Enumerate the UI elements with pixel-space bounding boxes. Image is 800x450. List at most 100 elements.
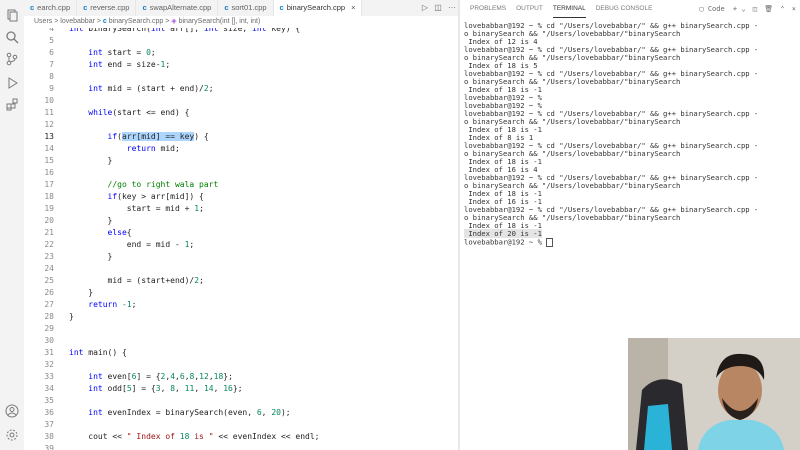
breadcrumb-file[interactable]: binarySearch.cpp xyxy=(109,18,163,25)
line-number: 7 xyxy=(49,60,54,69)
code-line[interactable]: 16 xyxy=(24,167,458,179)
code-line[interactable]: 15 } xyxy=(24,155,458,167)
line-number: 6 xyxy=(49,48,54,57)
code-line[interactable]: 25 mid = (start+end)/2; xyxy=(24,275,458,287)
breadcrumb-separator: > xyxy=(54,18,59,25)
chevron-up-icon[interactable]: ⌃ xyxy=(780,5,784,13)
line-number: 8 xyxy=(49,72,54,81)
close-panel-icon[interactable]: × xyxy=(792,5,796,13)
panel-tab-output[interactable]: OUTPUT xyxy=(516,0,543,18)
split-terminal-icon[interactable]: ◫ xyxy=(753,5,757,13)
code-line[interactable]: 34 int odd[5] = {3, 8, 11, 14, 16}; xyxy=(24,383,458,395)
webcam-overlay xyxy=(628,338,800,450)
code-line[interactable]: 29 xyxy=(24,323,458,335)
line-number: 13 xyxy=(44,132,54,141)
settings-gear-icon[interactable] xyxy=(4,428,20,444)
code-line[interactable]: 13 if(arr[mid] == key) { xyxy=(24,131,458,143)
code-text: if(arr[mid] == key) { xyxy=(107,132,209,141)
code-line[interactable]: 27 return -1; xyxy=(24,299,458,311)
code-line[interactable]: 37 xyxy=(24,419,458,431)
code-text: } xyxy=(69,312,74,321)
panel-tab-problems[interactable]: PROBLEMS xyxy=(470,0,506,18)
code-line[interactable]: 17 //go to right wala part xyxy=(24,179,458,191)
code-line[interactable]: 36 int evenIndex = binarySearch(even, 6,… xyxy=(24,407,458,419)
code-line[interactable]: 35 xyxy=(24,395,458,407)
line-number: 22 xyxy=(44,240,54,249)
line-number: 27 xyxy=(44,300,54,309)
line-number: 31 xyxy=(44,348,54,357)
code-line[interactable]: 23 } xyxy=(24,251,458,263)
code-text: start = mid + 1; xyxy=(69,204,204,213)
search-icon[interactable] xyxy=(4,30,20,46)
code-line[interactable]: 11 while(start <= end) { xyxy=(24,107,458,119)
account-icon[interactable] xyxy=(4,404,20,420)
code-line[interactable]: 9 int mid = (start + end)/2; xyxy=(24,83,458,95)
extensions-icon[interactable] xyxy=(4,98,20,114)
code-line[interactable]: 8 xyxy=(24,71,458,83)
code-line[interactable]: 39 xyxy=(24,443,458,450)
code-text: mid = (start+end)/2; xyxy=(69,276,204,285)
code-line[interactable]: 7 int end = size-1; xyxy=(24,59,458,71)
code-line[interactable]: 33 int even[6] = {2,4,6,8,12,18}; xyxy=(24,371,458,383)
cpp-file-icon: c xyxy=(30,3,35,12)
tab-reverse-cpp[interactable]: c reverse.cpp xyxy=(77,0,137,16)
new-terminal-icon[interactable]: + xyxy=(733,5,737,13)
line-number: 14 xyxy=(44,144,54,153)
run-code-icon[interactable]: ▷ xyxy=(422,3,428,12)
run-debug-icon[interactable] xyxy=(4,76,20,92)
breadcrumb-function[interactable]: binarySearch(int [], int, int) xyxy=(179,18,261,25)
line-number: 19 xyxy=(44,204,54,213)
more-actions-icon[interactable]: ··· xyxy=(448,3,456,12)
breadcrumb-users[interactable]: Users xyxy=(34,18,52,25)
cpp-file-icon: c xyxy=(224,3,229,12)
code-line[interactable]: 26 } xyxy=(24,287,458,299)
panel-tab-debug-console[interactable]: DEBUG CONSOLE xyxy=(596,0,653,18)
panel-tab-terminal[interactable]: TERMINAL xyxy=(552,0,586,18)
code-line[interactable]: 19 start = mid + 1; xyxy=(24,203,458,215)
code-line[interactable]: 12 xyxy=(24,119,458,131)
line-number: 24 xyxy=(44,264,54,273)
line-number: 15 xyxy=(44,156,54,165)
close-tab-icon[interactable]: × xyxy=(351,3,355,12)
code-line[interactable]: 21 else{ xyxy=(24,227,458,239)
code-line[interactable]: 38 cout << " Index of 18 is " << evenInd… xyxy=(24,431,458,443)
code-text: int end = size-1; xyxy=(88,60,171,69)
code-line[interactable]: 28} xyxy=(24,311,458,323)
terminal-output[interactable]: lovebabbar@192 ~ % cd "/Users/lovebabbar… xyxy=(464,22,798,262)
code-line[interactable]: 24 xyxy=(24,263,458,275)
tab-sort01-cpp[interactable]: c sort01.cpp xyxy=(218,0,274,16)
tab-swapalternate-cpp[interactable]: c swapAlternate.cpp xyxy=(136,0,219,16)
line-number: 36 xyxy=(44,408,54,417)
code-line[interactable]: 4 int binarySearch(int arr[], int size, i… xyxy=(24,28,458,35)
code-line[interactable]: 32 xyxy=(24,359,458,371)
source-control-icon[interactable] xyxy=(4,52,20,68)
code-line[interactable]: 5 xyxy=(24,35,458,47)
code-line[interactable]: 20 } xyxy=(24,215,458,227)
trash-icon[interactable]: 🗑 xyxy=(764,5,773,13)
chevron-down-icon[interactable]: ⌄ xyxy=(741,5,745,13)
code-line[interactable]: 30 xyxy=(24,335,458,347)
code-text: int start = 0; xyxy=(88,48,156,57)
code-line[interactable]: 6 int start = 0; xyxy=(24,47,458,59)
explorer-icon[interactable] xyxy=(4,8,20,24)
line-number: 26 xyxy=(44,288,54,297)
code-line[interactable]: 14 return mid; xyxy=(24,143,458,155)
line-number: 20 xyxy=(44,216,54,225)
breadcrumb-user[interactable]: lovebabbar xyxy=(60,18,95,25)
code-line[interactable]: 22 end = mid - 1; xyxy=(24,239,458,251)
line-number: 28 xyxy=(44,312,54,321)
code-editor[interactable]: 4 int binarySearch(int arr[], int size, i… xyxy=(24,28,458,450)
tab-label: binarySearch.cpp xyxy=(286,3,346,12)
tab-search-cpp[interactable]: c earch.cpp xyxy=(24,0,78,16)
code-line[interactable]: 10 xyxy=(24,95,458,107)
tab-binarysearch-cpp[interactable]: c binarySearch.cpp × xyxy=(273,0,363,16)
tab-label: reverse.cpp xyxy=(90,3,130,12)
split-editor-icon[interactable]: ◫ xyxy=(434,3,442,12)
line-number: 10 xyxy=(44,96,54,105)
code-text: int even[6] = {2,4,6,8,12,18}; xyxy=(88,372,233,381)
line-number: 9 xyxy=(49,84,54,93)
code-line[interactable]: 18 if(key > arr[mid]) { xyxy=(24,191,458,203)
terminal-profile-label[interactable]: Code xyxy=(708,5,725,13)
code-text: int evenIndex = binarySearch(even, 6, 20… xyxy=(88,408,291,417)
code-line[interactable]: 31 int main() { xyxy=(24,347,458,359)
